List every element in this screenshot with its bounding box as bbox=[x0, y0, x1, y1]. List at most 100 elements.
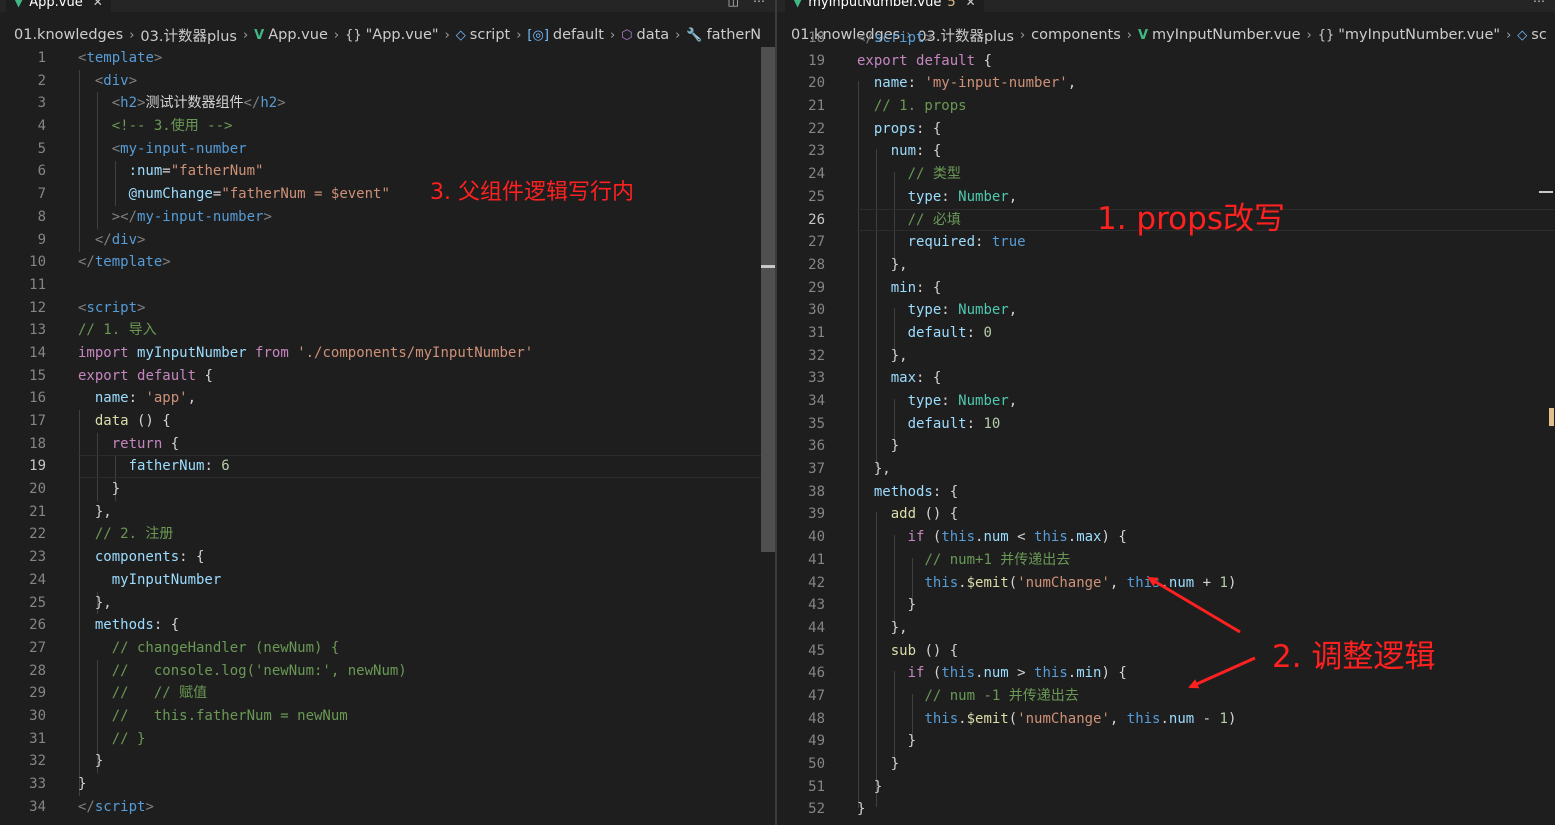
code-line[interactable]: 34 </script> bbox=[0, 796, 775, 819]
code-token: . bbox=[1067, 529, 1077, 546]
code-line[interactable]: 45 sub () { bbox=[777, 640, 1555, 663]
line-number: 48 bbox=[808, 710, 825, 727]
code-line[interactable]: 39 add () { bbox=[777, 503, 1555, 526]
breadcrumb-item[interactable]: V App.vue bbox=[254, 27, 328, 43]
code-line[interactable]: 38 methods: { bbox=[777, 481, 1555, 504]
code-line[interactable]: 32 }, bbox=[777, 345, 1555, 368]
code-line[interactable]: 9 </div> bbox=[0, 229, 775, 252]
code-line[interactable]: 34 type: Number, bbox=[777, 390, 1555, 413]
code-line[interactable]: 50 } bbox=[777, 753, 1555, 776]
code-token: this bbox=[924, 710, 959, 727]
code-line[interactable]: 51 } bbox=[777, 776, 1555, 799]
code-line[interactable]: 35 default: 10 bbox=[777, 413, 1555, 436]
code-line[interactable]: 20 name: 'my-input-number', bbox=[777, 72, 1555, 95]
code-line[interactable]: 29 min: { bbox=[777, 277, 1555, 300]
breadcrumb-item[interactable]: 03.计数器plus bbox=[140, 25, 237, 46]
code-line[interactable]: 2 <div> bbox=[0, 70, 775, 93]
code-line[interactable]: 17 data () { bbox=[0, 410, 775, 433]
more-actions-icon[interactable]: ⋯ bbox=[753, 0, 765, 8]
split-editor-icon[interactable]: ◫ bbox=[728, 0, 739, 8]
code-line[interactable]: 23 num: { bbox=[777, 140, 1555, 163]
code-text: if (this.num < this.max) { bbox=[857, 526, 1127, 549]
code-line[interactable]: 42 this.$emit('numChange', this.num + 1) bbox=[777, 572, 1555, 595]
code-line[interactable]: 13 // 1. 导入 bbox=[0, 319, 775, 342]
code-token: this bbox=[941, 529, 976, 546]
breadcrumb-item[interactable]: 🔧 fatherN bbox=[686, 27, 761, 43]
breadcrumb-item[interactable]: ⬡ data bbox=[621, 27, 669, 43]
code-line[interactable]: 18 return { bbox=[0, 433, 775, 456]
code-line[interactable]: 43 } bbox=[777, 594, 1555, 617]
code-token: default bbox=[137, 367, 197, 384]
code-line[interactable]: 31 // } bbox=[0, 728, 775, 751]
close-icon[interactable]: ✕ bbox=[966, 0, 976, 9]
code-line[interactable]: 33 max: { bbox=[777, 367, 1555, 390]
tab-app-vue[interactable]: ▼ App.vue ✕ bbox=[6, 0, 111, 12]
code-line[interactable]: 22 props: { bbox=[777, 118, 1555, 141]
code-line[interactable]: 30 type: Number, bbox=[777, 299, 1555, 322]
code-line[interactable]: 18 </script> bbox=[777, 27, 1555, 50]
code-line[interactable]: 41 // num+1 并传递出去 bbox=[777, 549, 1555, 572]
code-line[interactable]: 19 fatherNum: 6 bbox=[0, 455, 775, 478]
code-line[interactable]: 22 // 2. 注册 bbox=[0, 523, 775, 546]
tab-my-input-number-vue[interactable]: ▼ myInputNumber.vue 5 ✕ bbox=[785, 0, 984, 12]
scrollbar-thumb[interactable] bbox=[761, 47, 775, 552]
code-token: : bbox=[966, 415, 984, 432]
code-line[interactable]: 40 if (this.num < this.max) { bbox=[777, 526, 1555, 549]
code-line[interactable]: 21 // 1. props bbox=[777, 95, 1555, 118]
scroll-position-marker bbox=[1539, 191, 1553, 193]
code-line[interactable]: 48 this.$emit('numChange', this.num - 1) bbox=[777, 708, 1555, 731]
code-line[interactable]: 6 :num="fatherNum" bbox=[0, 160, 775, 183]
code-line[interactable]: 32 } bbox=[0, 750, 775, 773]
breadcrumb-item[interactable]: {} "App.vue" bbox=[345, 27, 439, 43]
code-line[interactable]: 47 // num -1 并传递出去 bbox=[777, 685, 1555, 708]
code-line[interactable]: 3 <h2>测试计数器组件</h2> bbox=[0, 92, 775, 115]
code-line[interactable]: 20 } bbox=[0, 478, 775, 501]
code-line[interactable]: 12 <script> bbox=[0, 297, 775, 320]
code-line[interactable]: 24 myInputNumber bbox=[0, 569, 775, 592]
code-text: sub () { bbox=[857, 640, 958, 663]
code-line[interactable]: 8 ></my-input-number> bbox=[0, 206, 775, 229]
code-line[interactable]: 33} bbox=[0, 773, 775, 796]
code-line[interactable]: 49 } bbox=[777, 730, 1555, 753]
code-line[interactable]: 26 methods: { bbox=[0, 614, 775, 637]
code-line[interactable]: 28 }, bbox=[777, 254, 1555, 277]
code-line[interactable]: 24 // 类型 bbox=[777, 163, 1555, 186]
code-line[interactable]: 31 default: 0 bbox=[777, 322, 1555, 345]
code-line[interactable]: 36 } bbox=[777, 435, 1555, 458]
code-line[interactable]: 21 }, bbox=[0, 501, 775, 524]
code-line[interactable]: 28 // console.log('newNum:', newNum) bbox=[0, 660, 775, 683]
code-token: min bbox=[1076, 665, 1102, 682]
code-line[interactable]: 11 bbox=[0, 274, 775, 297]
code-line[interactable]: 4 <!-- 3.使用 --> bbox=[0, 115, 775, 138]
breadcrumb-item[interactable]: [◎] default bbox=[527, 27, 604, 43]
code-editor[interactable]: 1 <template> 2 <div> 3 <h2>测试计数器组件</h2> 4 <!… bbox=[0, 47, 775, 825]
code-line[interactable]: 10 </template> bbox=[0, 251, 775, 274]
code-line[interactable]: 37 }, bbox=[777, 458, 1555, 481]
more-actions-icon[interactable]: ⋯ bbox=[1533, 0, 1545, 8]
code-line[interactable]: 46 if (this.num > this.min) { bbox=[777, 662, 1555, 685]
code-line[interactable]: 25 }, bbox=[0, 592, 775, 615]
code-line[interactable]: 7 @numChange="fatherNum = $event" bbox=[0, 183, 775, 206]
code-token: , bbox=[1067, 75, 1077, 92]
breadcrumb-item[interactable]: 01.knowledges bbox=[14, 27, 123, 43]
code-line[interactable]: 29 // // 赋值 bbox=[0, 682, 775, 705]
close-icon[interactable]: ✕ bbox=[93, 0, 103, 9]
code-line[interactable]: 16 name: 'app', bbox=[0, 387, 775, 410]
code-line[interactable]: 5 <my-input-number bbox=[0, 138, 775, 161]
vertical-scrollbar[interactable] bbox=[1537, 47, 1555, 825]
code-line[interactable]: 27 // changeHandler (newNum) { bbox=[0, 637, 775, 660]
code-line[interactable]: 14 import myInputNumber from './component… bbox=[0, 342, 775, 365]
code-line[interactable]: 30 // this.fatherNum = newNum bbox=[0, 705, 775, 728]
code-line[interactable]: 44 }, bbox=[777, 617, 1555, 640]
code-line[interactable]: 23 components: { bbox=[0, 546, 775, 569]
breadcrumb-item[interactable]: ◇ script bbox=[456, 27, 510, 43]
vertical-scrollbar[interactable] bbox=[761, 47, 775, 825]
code-line[interactable]: 15 export default { bbox=[0, 365, 775, 388]
code-editor[interactable]: 18 </script> 19 export default {20 name: 'm… bbox=[777, 27, 1555, 825]
code-line[interactable]: 1 <template> bbox=[0, 47, 775, 70]
code-line[interactable]: 19 export default { bbox=[777, 50, 1555, 73]
code-line[interactable]: 52} bbox=[777, 798, 1555, 821]
